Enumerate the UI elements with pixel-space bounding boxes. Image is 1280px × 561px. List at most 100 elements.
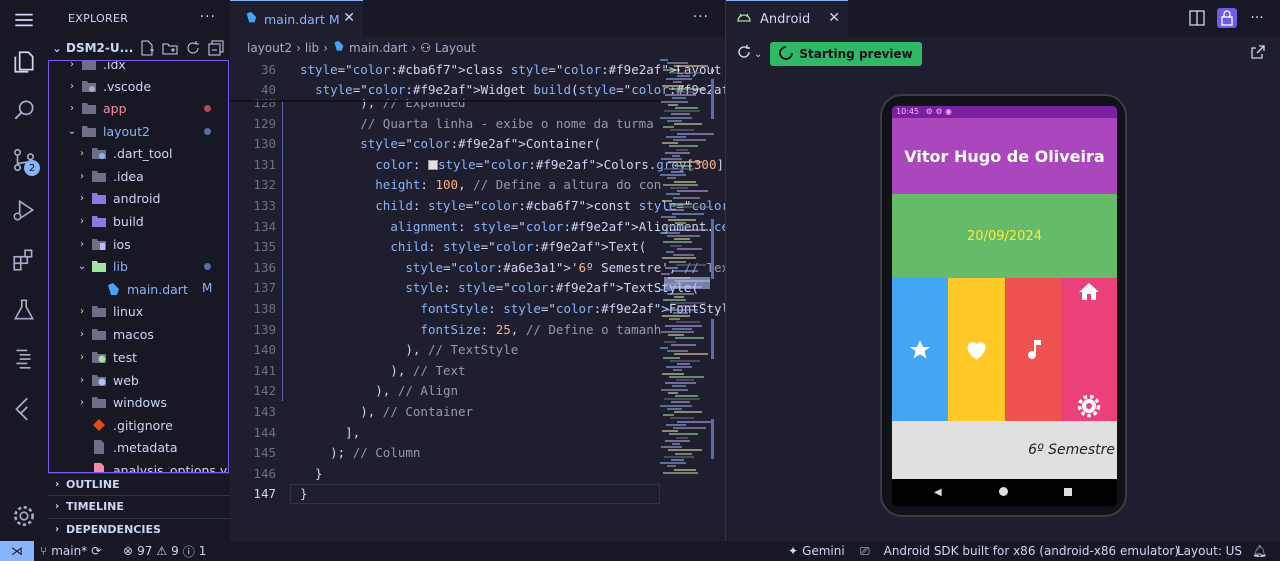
minimap-line	[664, 398, 700, 401]
tab-android[interactable]: Android ✕	[726, 0, 848, 37]
minimap-line	[671, 228, 708, 231]
gemini-indicator[interactable]: ✦ Gemini	[788, 541, 845, 561]
heart-icon	[967, 342, 986, 360]
code-line[interactable]: ), // Container	[300, 402, 473, 422]
editor-more-icon[interactable]: ···	[693, 9, 709, 25]
tree-item-web[interactable]: › web	[75, 369, 228, 391]
minimap[interactable]	[660, 59, 718, 479]
testing-icon[interactable]	[10, 296, 38, 324]
tree-item-dart-tool[interactable]: › .dart_tool	[75, 142, 228, 164]
recents-icon[interactable]	[1064, 488, 1072, 496]
menu-icon[interactable]	[10, 6, 38, 34]
line-number: 136	[253, 259, 276, 275]
refresh-icon[interactable]	[185, 40, 201, 56]
run-debug-icon[interactable]	[10, 196, 38, 224]
tree-item-gitignore[interactable]: .gitignore	[89, 414, 228, 436]
code-line[interactable]: ],	[300, 423, 360, 443]
minimap-line	[670, 302, 706, 305]
starting-preview-button[interactable]: Starting preview	[770, 42, 922, 66]
home-nav-icon[interactable]	[999, 487, 1008, 496]
code-line[interactable]: height: 100, // Define a altura do con	[300, 175, 661, 195]
reload-icon[interactable]	[736, 44, 752, 64]
chevron-right-icon: ›	[70, 60, 74, 70]
project-folder[interactable]: ⌄ DSM2-U...	[48, 37, 230, 59]
minimap-line	[669, 375, 704, 378]
device-indicator[interactable]: ⎚ Android SDK built for x86 (android-x86…	[860, 541, 1179, 561]
code-line[interactable]: ), // Text	[300, 361, 465, 381]
code-line[interactable]: style="color:#f9e2af">Container(	[300, 134, 601, 154]
tree-item-windows[interactable]: › windows	[75, 391, 228, 413]
code-line[interactable]: fontSize: 25, // Define o tamanh	[300, 320, 661, 340]
tree-item-metadata[interactable]: .metadata	[89, 436, 228, 458]
code-line[interactable]: ); // Column	[300, 443, 420, 463]
minimap-slider[interactable]	[664, 277, 710, 289]
breadcrumb-item[interactable]: Layout	[435, 41, 476, 55]
line-number: 36	[260, 62, 276, 77]
split-editor-icon[interactable]	[1187, 8, 1207, 28]
code-line[interactable]: }	[300, 464, 323, 484]
tab-label: Android	[760, 11, 811, 27]
breadcrumb-item[interactable]: lib	[305, 41, 319, 55]
dart-file-icon	[244, 11, 258, 28]
new-file-icon[interactable]	[139, 40, 155, 56]
minimap-line	[666, 251, 674, 253]
dependencies-section[interactable]: › DEPENDENCIES	[48, 518, 230, 540]
problems-indicator[interactable]: ⊗ 97 ⚠ 9 ⓘ 1	[123, 541, 206, 561]
close-icon[interactable]: ✕	[828, 10, 840, 26]
code-line[interactable]: ), // TextStyle	[300, 340, 518, 360]
more-actions-icon[interactable]: ···	[1247, 8, 1267, 28]
ios-folder-icon	[91, 237, 107, 251]
editor-tabbar: main.dart M ✕ ···	[230, 0, 725, 37]
branch-indicator[interactable]: ⑂ main* ⟳	[40, 541, 101, 561]
breadcrumb-item[interactable]: main.dart	[349, 41, 407, 55]
code-line[interactable]: ), // Align	[300, 381, 458, 401]
explorer-icon[interactable]	[10, 48, 38, 76]
search-icon[interactable]	[10, 96, 38, 124]
outline-list-icon[interactable]	[10, 344, 38, 372]
minimap-line	[661, 215, 676, 218]
phone-screen[interactable]: 10:45 ⚙ ⚙ ◉ Vitor Hugo de Oliveira 20/09…	[892, 106, 1117, 506]
open-external-icon[interactable]	[1250, 44, 1266, 64]
minimap-line	[667, 350, 688, 353]
tree-item-idea[interactable]: › .idea	[75, 165, 228, 187]
code-line[interactable]: // Quarta linha - exibe o nome da turma	[300, 114, 654, 134]
tree-item-analysis-options[interactable]: analysis_options.y...	[89, 459, 228, 472]
lock-icon[interactable]	[1217, 8, 1237, 28]
keyboard-layout[interactable]: Layout: US	[1177, 541, 1242, 561]
back-icon[interactable]: ◀	[934, 487, 942, 498]
flutter-icon[interactable]	[10, 394, 38, 422]
minimap-line	[665, 94, 696, 97]
remote-icon[interactable]: ⋊	[0, 541, 34, 561]
outline-section[interactable]: › OUTLINE	[48, 473, 230, 495]
vscode-folder-icon	[81, 79, 97, 93]
collapse-all-icon[interactable]	[208, 40, 224, 56]
chevron-down-icon[interactable]: ⌄	[754, 49, 762, 60]
tab-main-dart[interactable]: main.dart M ✕	[230, 0, 363, 37]
error-icon: ⊗	[123, 544, 134, 558]
tree-item-ios[interactable]: › ios	[75, 233, 228, 255]
tree-item-linux[interactable]: › linux	[75, 300, 228, 322]
close-icon[interactable]: ✕	[343, 10, 355, 26]
timeline-section[interactable]: › TIMELINE	[48, 495, 230, 517]
explorer-more-icon[interactable]: ···	[200, 9, 216, 25]
tree-item-macos[interactable]: › macos	[75, 323, 228, 345]
tree-item-build[interactable]: › build	[75, 210, 228, 232]
line-number: 131	[253, 156, 276, 172]
tree-item-android[interactable]: › android	[75, 187, 228, 209]
notifications-bell-icon[interactable]: 🔔︎	[1252, 541, 1267, 561]
code-area[interactable]: 128 ), // Expanded 129 // Quarta linha - …	[230, 59, 1248, 541]
extensions-icon[interactable]	[10, 246, 38, 274]
source-control-icon[interactable]: 2	[10, 146, 40, 176]
heart-cell	[948, 278, 1005, 421]
tree-item-idx[interactable]: › .idx	[65, 60, 228, 75]
code-line[interactable]: child: style="color:#f9e2af">Text(	[300, 237, 646, 257]
new-folder-icon[interactable]	[162, 40, 178, 56]
chevron-right-icon: ›	[54, 501, 60, 512]
code-line[interactable]: style: style="color:#f9e2af">TextStyle(	[300, 278, 699, 298]
tree-item-vscode[interactable]: › .vscode	[65, 75, 228, 97]
settings-gear-icon[interactable]	[10, 502, 38, 530]
line-number: 146	[253, 465, 276, 481]
breadcrumb-item[interactable]: layout2	[247, 41, 292, 55]
minimap-line	[664, 225, 688, 228]
tree-item-test[interactable]: › test	[75, 346, 228, 368]
